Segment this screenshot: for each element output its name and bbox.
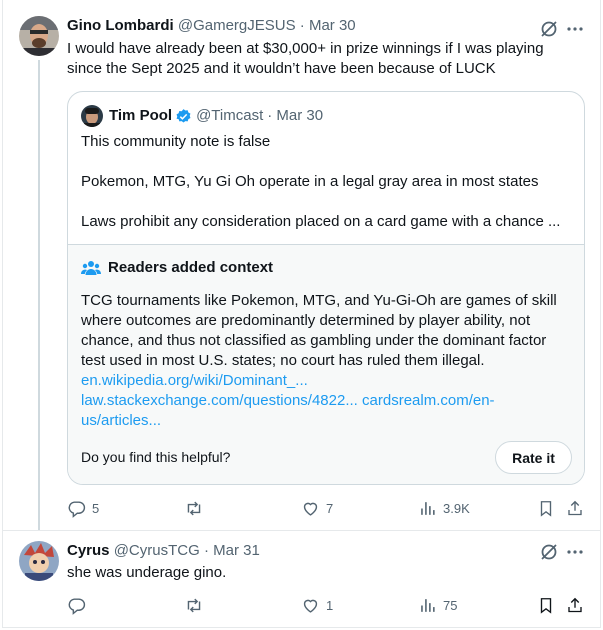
quoted-tweet[interactable]: Tim Pool @Timcast · Mar 30 This communit…	[67, 91, 585, 485]
rate-it-button[interactable]: Rate it	[495, 441, 572, 474]
community-note: Readers added context TCG tournaments li…	[68, 244, 584, 484]
reply-button[interactable]: 5	[67, 498, 99, 518]
note-link-stackexchange[interactable]: law.stackexchange.com/questions/4822...	[81, 392, 358, 409]
community-note-body: TCG tournaments like Pokemon, MTG, and Y…	[81, 291, 571, 431]
reply-button[interactable]	[67, 595, 92, 615]
quote-post-time[interactable]: · Mar 30	[267, 106, 323, 126]
heart-icon	[303, 502, 318, 516]
reply-count: 5	[92, 500, 100, 516]
post-time[interactable]: · Mar 30	[300, 17, 356, 34]
tweet-header: Gino Lombardi @GamergJESUS · Mar 30	[67, 16, 356, 36]
share-icon	[568, 597, 582, 612]
repost-icon	[187, 598, 201, 612]
grok-icon[interactable]	[538, 18, 560, 40]
tweet-text-line: since the Sept 2025 and it wouldn’t have…	[67, 60, 496, 77]
note-link-cardsrealm[interactable]: cardsrealm.com/en-	[362, 392, 495, 409]
author-name[interactable]: Cyrus	[67, 542, 110, 559]
author-name[interactable]: Gino Lombardi	[67, 17, 174, 34]
views-icon	[421, 501, 435, 515]
quote-text-line: Pokemon, MTG, Yu Gi Oh operate in a lega…	[81, 173, 539, 190]
repost-button[interactable]	[184, 595, 210, 615]
quote-text-line: This community note is false	[81, 133, 271, 150]
author-handle[interactable]: @GamergJESUS	[178, 17, 296, 34]
post-time[interactable]: · Mar 31	[204, 542, 260, 559]
verified-badge-icon	[175, 108, 192, 125]
share-icon	[568, 500, 582, 515]
views-button[interactable]: 3.9K	[418, 498, 470, 518]
tweet-cyrus[interactable]: Cyrus @CyrusTCG · Mar 31 she was underag…	[0, 531, 603, 628]
views-count: 3.9K	[443, 500, 470, 516]
note-line: where outcomes are predominantly determi…	[81, 312, 531, 329]
more-options-icon[interactable]	[564, 18, 586, 40]
quote-author-name[interactable]: Tim Pool	[109, 106, 172, 126]
grok-icon[interactable]	[538, 541, 560, 563]
quote-text-line: Laws prohibit any consideration placed o…	[81, 213, 561, 230]
tweet-text-line: I would have already been at $30,000+ in…	[67, 40, 544, 57]
reply-icon	[68, 500, 86, 518]
bookmark-icon	[540, 500, 552, 517]
tweet-actions: 1 75	[67, 595, 587, 615]
bookmark-button[interactable]	[537, 595, 555, 615]
like-count: 1	[326, 597, 334, 613]
helpful-prompt: Do you find this helpful?	[81, 449, 231, 465]
repost-icon	[187, 501, 201, 515]
views-count: 75	[443, 597, 458, 613]
tweet-gino[interactable]: Gino Lombardi @GamergJESUS · Mar 30 I wo…	[0, 0, 603, 530]
quote-author-handle[interactable]: @Timcast	[196, 106, 263, 126]
note-line: chance, and thus not classified as gambl…	[81, 332, 547, 349]
tweet-text: I would have already been at $30,000+ in…	[67, 39, 587, 79]
thread-connector	[38, 60, 40, 530]
bookmark-icon	[540, 597, 552, 614]
heart-icon	[303, 599, 318, 613]
quote-header: Tim Pool @Timcast · Mar 30	[81, 105, 323, 127]
share-button[interactable]	[566, 595, 584, 615]
community-note-title: Readers added context	[81, 259, 273, 276]
bookmark-button[interactable]	[537, 498, 555, 518]
like-count: 7	[326, 500, 334, 516]
avatar-tim[interactable]	[81, 105, 103, 127]
community-note-heading: Readers added context	[108, 259, 274, 276]
note-line: test used in most U.S. states; no court …	[81, 352, 485, 369]
like-button[interactable]: 1	[301, 595, 333, 615]
reply-icon	[68, 597, 86, 615]
repost-button[interactable]	[184, 498, 210, 518]
note-link-cardsrealm-cont[interactable]: us/articles...	[81, 412, 161, 429]
tweet-header: Cyrus @CyrusTCG · Mar 31	[67, 541, 260, 561]
like-button[interactable]: 7	[301, 498, 333, 518]
views-icon	[421, 598, 435, 612]
tweet-actions: 5 7 3.9K	[67, 498, 587, 518]
people-icon	[81, 260, 101, 276]
author-handle[interactable]: @CyrusTCG	[114, 542, 200, 559]
tweet-text: she was underage gino.	[67, 564, 227, 581]
avatar-gino[interactable]	[19, 16, 59, 56]
share-button[interactable]	[566, 498, 584, 518]
views-button[interactable]: 75	[418, 595, 457, 615]
note-line: TCG tournaments like Pokemon, MTG, and Y…	[81, 292, 557, 309]
more-options-icon[interactable]	[564, 541, 586, 563]
note-link-wikipedia[interactable]: en.wikipedia.org/wiki/Dominant_...	[81, 372, 308, 389]
avatar-cyrus[interactable]	[19, 541, 59, 581]
